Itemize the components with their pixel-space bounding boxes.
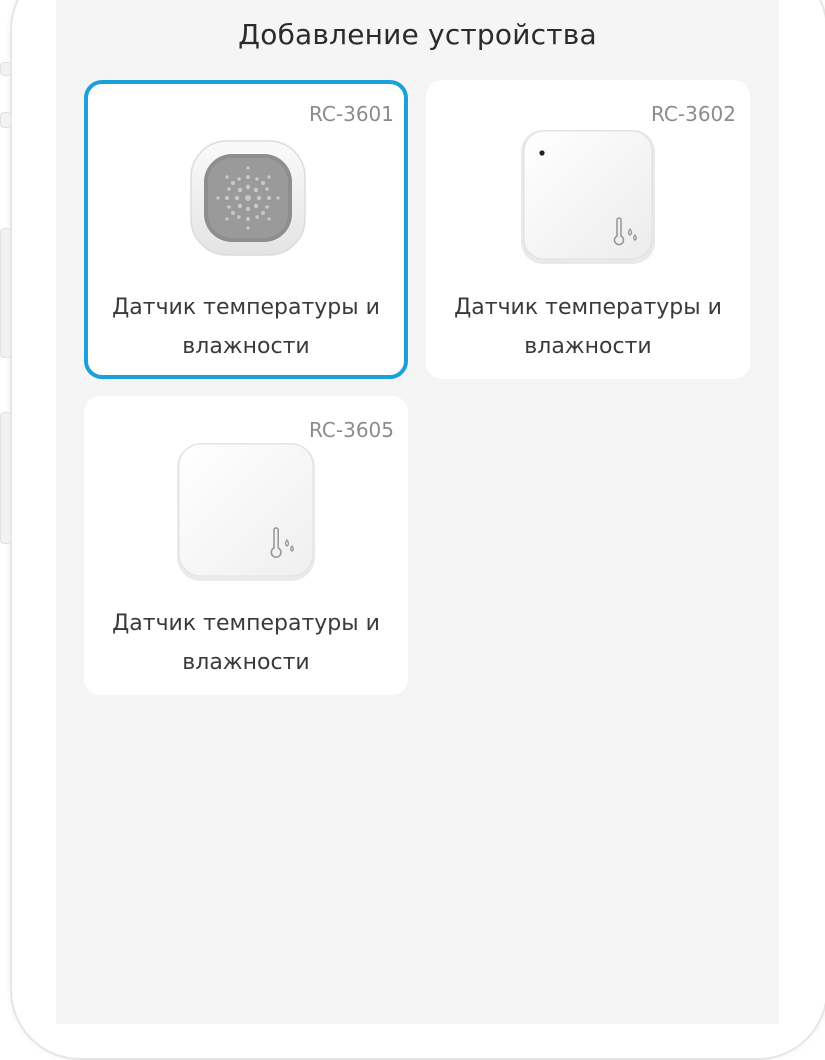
device-model-label: RC-3602 [651,102,736,126]
device-name: Датчик температуры и влажности [84,604,408,682]
device-name-line1: Датчик температуры и [112,295,380,320]
square-sensor-thermometer-icon [174,440,318,584]
screen: Добавление устройства RC-3601 Датчик тем… [56,0,779,1024]
device-name-line1: Датчик температуры и [112,611,380,636]
device-name: Датчик температуры и влажности [88,288,404,366]
page-title: Добавление устройства [238,18,597,51]
device-model-label: RC-3601 [309,102,394,126]
phone-volume-down-button [0,412,10,544]
phone-side-button [0,112,10,128]
device-name-line1: Датчик температуры и [454,295,722,320]
device-model-label: RC-3605 [309,418,394,442]
device-name-line2: влажности [182,650,310,675]
device-card-rc-3601[interactable]: RC-3601 Датчик температуры и влажности [84,80,408,379]
device-card-rc-3602[interactable]: RC-3602 Датчик температуры и влажности [426,80,750,379]
device-name-line2: влажности [182,334,310,359]
device-card-rc-3605[interactable]: RC-3605 Датчик температуры и влажности [84,396,408,695]
device-name: Датчик температуры и влажности [426,288,750,366]
phone-volume-up-button [0,228,10,358]
phone-side-button [0,62,10,76]
device-name-line2: влажности [524,334,652,359]
round-sensor-speaker-icon [188,138,308,258]
square-sensor-thermometer-icon [518,127,658,267]
